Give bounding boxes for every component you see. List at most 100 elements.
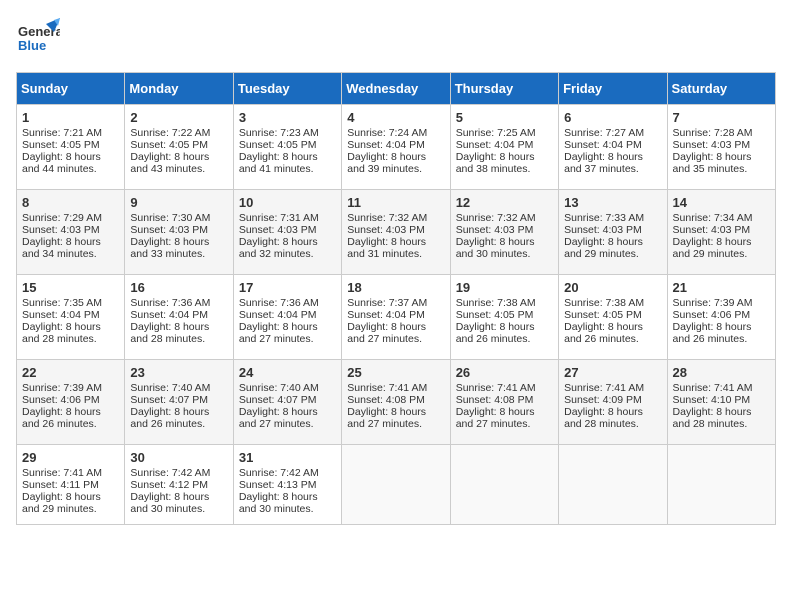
sunrise-text: Sunrise: 7:23 AM — [239, 127, 319, 139]
day-number: 9 — [130, 195, 227, 210]
sunrise-text: Sunrise: 7:25 AM — [456, 127, 536, 139]
day-number: 1 — [22, 110, 119, 125]
daylight-text: and 41 minutes. — [239, 163, 314, 175]
sunset-text: Sunset: 4:06 PM — [22, 394, 100, 406]
daylight-text: and 44 minutes. — [22, 163, 97, 175]
calendar-cell: 31Sunrise: 7:42 AMSunset: 4:13 PMDayligh… — [233, 445, 341, 525]
daylight-text: Daylight: 8 hours — [130, 491, 209, 503]
calendar-cell: 18 Sunrise: 7:37 AMSunset: 4:04 PMDayligh… — [342, 275, 450, 360]
sunrise-text: Sunrise: 7:41 AM — [673, 382, 753, 394]
weekday-header: Tuesday — [233, 73, 341, 105]
day-number: 29 — [22, 450, 119, 465]
sunrise-text: Sunrise: 7:34 AM — [673, 212, 753, 224]
daylight-text: and 35 minutes. — [673, 163, 748, 175]
daylight-text: Daylight: 8 hours — [130, 151, 209, 163]
calendar-cell — [450, 445, 558, 525]
daylight-text: and 29 minutes. — [22, 503, 97, 515]
daylight-text: Daylight: 8 hours — [22, 151, 101, 163]
calendar-week-row: 29Sunrise: 7:41 AMSunset: 4:11 PMDayligh… — [17, 445, 776, 525]
sunrise-text: Sunrise: 7:24 AM — [347, 127, 427, 139]
daylight-text: and 29 minutes. — [673, 248, 748, 260]
sunset-text: Sunset: 4:11 PM — [22, 479, 99, 491]
calendar-cell: 1Sunrise: 7:21 AMSunset: 4:05 PMDaylight… — [17, 105, 125, 190]
sunrise-text: Sunrise: 7:39 AM — [22, 382, 102, 394]
sunset-text: Sunset: 4:03 PM — [239, 224, 317, 236]
sunset-text: Sunset: 4:03 PM — [456, 224, 534, 236]
day-number: 8 — [22, 195, 119, 210]
sunrise-text: Sunrise: 7:35 AM — [22, 297, 102, 309]
sunset-text: Sunset: 4:03 PM — [130, 224, 208, 236]
sunset-text: Sunset: 4:05 PM — [130, 139, 208, 151]
daylight-text: and 28 minutes. — [22, 333, 97, 345]
weekday-header: Friday — [559, 73, 667, 105]
calendar-week-row: 15Sunrise: 7:35 AMSunset: 4:04 PMDayligh… — [17, 275, 776, 360]
calendar-cell: 20Sunrise: 7:38 AMSunset: 4:05 PMDayligh… — [559, 275, 667, 360]
calendar-cell: 30Sunrise: 7:42 AMSunset: 4:12 PMDayligh… — [125, 445, 233, 525]
daylight-text: and 31 minutes. — [347, 248, 422, 260]
sunset-text: Sunset: 4:10 PM — [673, 394, 751, 406]
day-number: 28 — [673, 365, 770, 380]
calendar-cell: 21Sunrise: 7:39 AMSunset: 4:06 PMDayligh… — [667, 275, 775, 360]
weekday-header: Wednesday — [342, 73, 450, 105]
sunset-text: Sunset: 4:04 PM — [130, 309, 208, 321]
calendar-week-row: 8Sunrise: 7:29 AMSunset: 4:03 PMDaylight… — [17, 190, 776, 275]
daylight-text: Daylight: 8 hours — [456, 406, 535, 418]
daylight-text: Daylight: 8 hours — [347, 321, 426, 333]
day-number: 3 — [239, 110, 336, 125]
daylight-text: Daylight: 8 hours — [22, 321, 101, 333]
sunrise-text: Sunrise: 7:33 AM — [564, 212, 644, 224]
daylight-text: Daylight: 8 hours — [239, 321, 318, 333]
daylight-text: Daylight: 8 hours — [673, 151, 752, 163]
calendar-cell: 26Sunrise: 7:41 AMSunset: 4:08 PMDayligh… — [450, 360, 558, 445]
daylight-text: Daylight: 8 hours — [239, 151, 318, 163]
calendar-cell: 25Sunrise: 7:41 AMSunset: 4:08 PMDayligh… — [342, 360, 450, 445]
calendar-cell — [667, 445, 775, 525]
sunrise-text: Sunrise: 7:39 AM — [673, 297, 753, 309]
day-number: 20 — [564, 280, 661, 295]
sunset-text: Sunset: 4:03 PM — [564, 224, 642, 236]
daylight-text: Daylight: 8 hours — [673, 406, 752, 418]
day-number: 27 — [564, 365, 661, 380]
day-number: 23 — [130, 365, 227, 380]
svg-text:Blue: Blue — [18, 38, 46, 53]
day-number: 25 — [347, 365, 444, 380]
daylight-text: Daylight: 8 hours — [130, 321, 209, 333]
calendar-cell: 16Sunrise: 7:36 AMSunset: 4:04 PMDayligh… — [125, 275, 233, 360]
day-number: 18 — [347, 280, 444, 295]
day-number: 24 — [239, 365, 336, 380]
calendar-cell: 7Sunrise: 7:28 AMSunset: 4:03 PMDaylight… — [667, 105, 775, 190]
sunrise-text: Sunrise: 7:41 AM — [456, 382, 536, 394]
daylight-text: Daylight: 8 hours — [564, 321, 643, 333]
day-number: 10 — [239, 195, 336, 210]
calendar-cell: 10Sunrise: 7:31 AMSunset: 4:03 PMDayligh… — [233, 190, 341, 275]
daylight-text: and 26 minutes. — [564, 333, 639, 345]
day-number: 6 — [564, 110, 661, 125]
sunrise-text: Sunrise: 7:36 AM — [239, 297, 319, 309]
daylight-text: and 27 minutes. — [239, 418, 314, 430]
sunset-text: Sunset: 4:05 PM — [22, 139, 100, 151]
sunset-text: Sunset: 4:12 PM — [130, 479, 208, 491]
calendar-cell: 15Sunrise: 7:35 AMSunset: 4:04 PMDayligh… — [17, 275, 125, 360]
daylight-text: Daylight: 8 hours — [456, 236, 535, 248]
calendar-cell: 24Sunrise: 7:40 AMSunset: 4:07 PMDayligh… — [233, 360, 341, 445]
day-number: 16 — [130, 280, 227, 295]
daylight-text: and 34 minutes. — [22, 248, 97, 260]
calendar-cell: 13Sunrise: 7:33 AMSunset: 4:03 PMDayligh… — [559, 190, 667, 275]
sunset-text: Sunset: 4:04 PM — [347, 309, 425, 321]
day-number: 31 — [239, 450, 336, 465]
sunset-text: Sunset: 4:09 PM — [564, 394, 642, 406]
calendar-cell: 17Sunrise: 7:36 AMSunset: 4:04 PMDayligh… — [233, 275, 341, 360]
daylight-text: and 26 minutes. — [673, 333, 748, 345]
logo-icon: General Blue — [16, 16, 60, 60]
sunrise-text: Sunrise: 7:37 AM — [347, 297, 427, 309]
day-number: 4 — [347, 110, 444, 125]
calendar-cell: 27Sunrise: 7:41 AMSunset: 4:09 PMDayligh… — [559, 360, 667, 445]
sunrise-text: Sunrise: 7:27 AM — [564, 127, 644, 139]
sunset-text: Sunset: 4:08 PM — [347, 394, 425, 406]
calendar-cell: 19Sunrise: 7:38 AMSunset: 4:05 PMDayligh… — [450, 275, 558, 360]
calendar-cell — [559, 445, 667, 525]
daylight-text: Daylight: 8 hours — [564, 406, 643, 418]
daylight-text: and 37 minutes. — [564, 163, 639, 175]
daylight-text: Daylight: 8 hours — [347, 236, 426, 248]
day-number: 26 — [456, 365, 553, 380]
